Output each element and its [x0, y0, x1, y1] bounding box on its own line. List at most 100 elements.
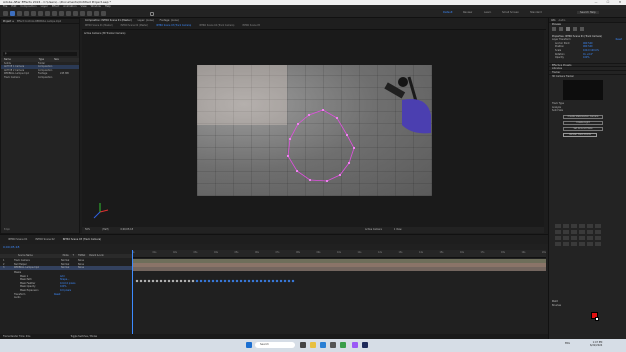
align-button-icon[interactable]	[579, 230, 585, 234]
time-ruler[interactable]: 0s 01s 02s 03s 04s 05s 06s 07s 08s 09s 10s 11s 12s 13…	[132, 250, 546, 258]
keyframe[interactable]	[203, 279, 207, 283]
edge-icon[interactable]	[320, 342, 326, 348]
tracker-button[interactable]: Create Light	[563, 120, 603, 125]
keyframe[interactable]	[223, 279, 227, 283]
align-button-icon[interactable]	[587, 230, 593, 234]
keyframe[interactable]	[147, 279, 151, 283]
align-button-icon[interactable]	[579, 224, 585, 228]
keyframe[interactable]	[179, 279, 183, 283]
view-layout-dropdown[interactable]: 1 View	[394, 227, 402, 233]
keyframe[interactable]	[199, 279, 203, 283]
align-button-icon[interactable]	[579, 236, 585, 240]
keyframe[interactable]	[275, 279, 279, 283]
rotate-tool-icon[interactable]	[31, 11, 36, 16]
align-button-icon[interactable]	[595, 230, 601, 234]
property-value[interactable]: Reset	[54, 293, 60, 297]
roto-brush-icon[interactable]	[94, 11, 99, 16]
footage-frame[interactable]	[197, 65, 432, 196]
prev-frame-icon[interactable]	[559, 26, 563, 31]
bit-depth-label[interactable]: 8 bpc	[1, 228, 10, 232]
col-t[interactable]: T	[73, 254, 74, 258]
resolution-dropdown[interactable]: (Half)	[102, 227, 108, 233]
brush-tool-icon[interactable]	[73, 11, 78, 16]
snapping-checkbox-icon[interactable]	[150, 11, 154, 16]
align-button-icon[interactable]	[579, 242, 585, 246]
camera-dropdown[interactable]: Active Camera	[365, 227, 382, 233]
tab-audio[interactable]: Audio	[559, 18, 566, 22]
keyframe[interactable]	[195, 279, 199, 283]
layer-parent[interactable]: None	[78, 266, 84, 270]
workspace-small-screen[interactable]: Small Screen	[502, 11, 519, 14]
project-item[interactable]: Track Camera Composition	[1, 76, 79, 80]
keyframe[interactable]	[167, 279, 171, 283]
reset-link[interactable]: Reset	[616, 38, 622, 42]
type-tool-icon[interactable]	[66, 11, 71, 16]
home-icon[interactable]	[3, 11, 8, 16]
mask-path-keyframes[interactable]	[132, 279, 546, 283]
layer-bar-3[interactable]	[132, 267, 546, 271]
zoom-tool-icon[interactable]	[24, 11, 29, 16]
tracker-button[interactable]: Create Stabilization Camera	[563, 114, 603, 119]
workspace-standard[interactable]: Standard	[530, 11, 542, 14]
keyframe[interactable]	[247, 279, 251, 283]
col-trkmat[interactable]: TrkMat	[78, 254, 85, 258]
layer-row[interactable]: 3 REDBULL Lamps.mp4 Normal None	[0, 266, 132, 270]
playhead[interactable]	[132, 250, 133, 339]
keyframe[interactable]	[235, 279, 239, 283]
tab-info[interactable]: Info	[551, 18, 556, 22]
align-button-icon[interactable]	[587, 224, 593, 228]
comp-subtab-5[interactable]: INTRO Scene 05	[242, 23, 260, 29]
align-button-icon[interactable]	[555, 224, 561, 228]
solid-size-label[interactable]: Solid Size	[549, 109, 626, 113]
col-parent[interactable]: Parent & Link	[89, 254, 104, 258]
windows-start-icon[interactable]	[246, 342, 252, 348]
keyframe[interactable]	[187, 279, 191, 283]
col-mode[interactable]: Mode	[63, 254, 69, 258]
pen-tool-icon[interactable]	[59, 11, 64, 16]
align-button-icon[interactable]	[563, 230, 569, 234]
align-button-icon[interactable]	[595, 242, 601, 246]
keyframe[interactable]	[267, 279, 271, 283]
align-button-icon[interactable]	[571, 236, 577, 240]
eraser-tool-icon[interactable]	[87, 11, 92, 16]
taskbar-search-input[interactable]: Search	[255, 342, 295, 348]
keyframe[interactable]	[251, 279, 255, 283]
keyframe[interactable]	[231, 279, 235, 283]
keyframe[interactable]	[135, 279, 139, 283]
workspace-learn[interactable]: Learn	[484, 11, 491, 14]
first-frame-icon[interactable]	[552, 26, 556, 31]
app-icon[interactable]	[340, 342, 346, 348]
tab-effect-controls[interactable]: Effect Controls REDBULL Lamps.mp4	[17, 19, 61, 23]
composition-viewer[interactable]: Active Camera (3D Tracker Camera) 50% (H…	[82, 30, 544, 233]
next-frame-icon[interactable]	[573, 26, 577, 31]
camera-tool-icon[interactable]	[38, 11, 43, 16]
align-button-icon[interactable]	[563, 236, 569, 240]
tab-project[interactable]: Project ≡	[3, 19, 14, 23]
keyframe[interactable]	[155, 279, 159, 283]
transform-value[interactable]: 100%	[583, 56, 590, 60]
align-button-icon[interactable]	[587, 236, 593, 240]
keyframe[interactable]	[175, 279, 179, 283]
keyframe[interactable]	[139, 279, 143, 283]
align-button-icon[interactable]	[563, 224, 569, 228]
keyframe[interactable]	[143, 279, 147, 283]
tracker-button[interactable]: Set Ground Plane	[563, 126, 603, 131]
keyframe[interactable]	[243, 279, 247, 283]
zoom-dropdown[interactable]: 50%	[85, 227, 90, 233]
render-track-points-button[interactable]: Render Track Points	[563, 132, 597, 137]
after-effects-icon[interactable]	[352, 342, 358, 348]
language-indicator[interactable]: ENG	[565, 342, 570, 345]
align-button-icon[interactable]	[555, 236, 561, 240]
align-button-icon[interactable]	[571, 230, 577, 234]
keyframe[interactable]	[271, 279, 275, 283]
puppet-tool-icon[interactable]	[101, 11, 106, 16]
mask-tool-icon[interactable]	[52, 11, 57, 16]
keyframe[interactable]	[255, 279, 259, 283]
align-button-icon[interactable]	[571, 242, 577, 246]
property-row[interactable]: Audio	[0, 296, 132, 300]
hand-tool-icon[interactable]	[17, 11, 22, 16]
timeline-timecode[interactable]: 0;00;05;18	[3, 245, 19, 249]
keyframe[interactable]	[171, 279, 175, 283]
viewer-timecode[interactable]: 0;00;05;18	[120, 227, 133, 233]
keyframe[interactable]	[183, 279, 187, 283]
